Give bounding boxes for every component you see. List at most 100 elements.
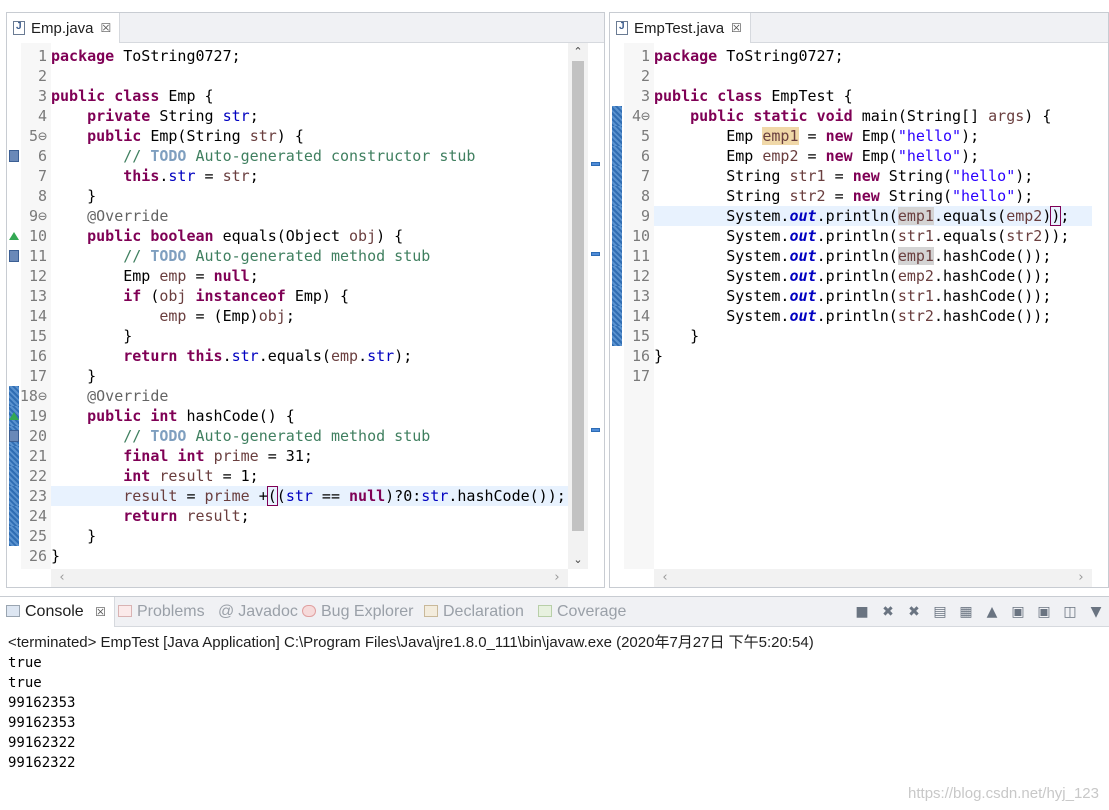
- code-line-21[interactable]: final int prime = 31;: [51, 446, 568, 466]
- code-line-6[interactable]: Emp emp2 = new Emp("hello");: [654, 146, 1092, 166]
- right-overview-ruler[interactable]: [1092, 43, 1108, 569]
- terminate-icon[interactable]: ■: [853, 603, 871, 621]
- code-line-11[interactable]: System.out.println(emp1.hashCode());: [654, 246, 1092, 266]
- code-line-23[interactable]: result = prime +((str == null)?0:str.has…: [51, 486, 568, 506]
- emp-code-text[interactable]: package ToString0727; public class Emp { …: [51, 43, 568, 569]
- code-line-7[interactable]: this.str = str;: [51, 166, 568, 186]
- code-line-9[interactable]: System.out.println(emp1.equals(emp2));: [654, 206, 1092, 226]
- emptest-code-text[interactable]: package ToString0727; public class EmpTes…: [654, 43, 1092, 569]
- code-line-5[interactable]: Emp emp1 = new Emp("hello");: [654, 126, 1092, 146]
- show-on-out-icon[interactable]: ▣: [1009, 603, 1027, 621]
- code-line-2[interactable]: [654, 66, 1092, 86]
- code-line-15[interactable]: }: [51, 326, 568, 346]
- line-number: 5⊖: [28, 127, 47, 145]
- code-line-9[interactable]: @Override: [51, 206, 568, 226]
- scroll-lock-icon[interactable]: ▤: [931, 603, 949, 621]
- code-line-25[interactable]: }: [51, 526, 568, 546]
- code-line-4[interactable]: public static void main(String[] args) {: [654, 106, 1092, 126]
- code-line-22[interactable]: int result = 1;: [51, 466, 568, 486]
- code-line-17[interactable]: }: [51, 366, 568, 386]
- code-line-18[interactable]: @Override: [51, 386, 568, 406]
- open-console-icon[interactable]: ▼: [1087, 603, 1105, 621]
- code-line-3[interactable]: public class Emp {: [51, 86, 568, 106]
- code-line-5[interactable]: public Emp(String str) {: [51, 126, 568, 146]
- code-line-10[interactable]: public boolean equals(Object obj) {: [51, 226, 568, 246]
- line-number: 8: [37, 187, 47, 205]
- task-marker-icon[interactable]: [9, 430, 19, 442]
- tab-close-icon[interactable]: ☒: [95, 605, 106, 619]
- code-line-16[interactable]: return this.str.equals(emp.str);: [51, 346, 568, 366]
- right-horizontal-scrollbar[interactable]: ‹ ›: [654, 569, 1092, 587]
- scroll-up-icon[interactable]: ⌃: [572, 45, 584, 59]
- tab-javadoc-label: Javadoc: [238, 603, 298, 620]
- line-number: 10: [631, 227, 650, 245]
- word-wrap-icon[interactable]: ▦: [957, 603, 975, 621]
- line-number: 5: [640, 127, 650, 145]
- left-scroll-thumb[interactable]: [572, 61, 584, 531]
- code-line-8[interactable]: }: [51, 186, 568, 206]
- display-console-icon[interactable]: ◫: [1061, 603, 1079, 621]
- remove-launch-icon[interactable]: ✖: [879, 603, 897, 621]
- code-line-11[interactable]: // TODO Auto-generated method stub: [51, 246, 568, 266]
- task-marker-icon[interactable]: [9, 150, 19, 162]
- tab-emp-java[interactable]: Emp.java ☒: [7, 13, 121, 43]
- pin-icon[interactable]: ▲: [983, 603, 1001, 621]
- code-line-24[interactable]: return result;: [51, 506, 568, 526]
- tab-close-icon[interactable]: ☒: [101, 21, 112, 35]
- scroll-right-icon[interactable]: ›: [1074, 570, 1088, 586]
- console-output[interactable]: true true 99162353 99162353 99162322 991…: [8, 653, 75, 773]
- scroll-left-icon[interactable]: ‹: [658, 570, 672, 586]
- overview-todo-marker[interactable]: [591, 252, 600, 256]
- code-line-10[interactable]: System.out.println(str1.equals(str2));: [654, 226, 1092, 246]
- code-line-13[interactable]: if (obj instanceof Emp) {: [51, 286, 568, 306]
- code-line-6[interactable]: // TODO Auto-generated constructor stub: [51, 146, 568, 166]
- show-on-err-icon[interactable]: ▣: [1035, 603, 1053, 621]
- code-line-16[interactable]: }: [654, 346, 1092, 366]
- code-line-4[interactable]: private String str;: [51, 106, 568, 126]
- javadoc-icon: @: [218, 603, 235, 620]
- overview-todo-marker[interactable]: [591, 162, 600, 166]
- left-horizontal-scrollbar[interactable]: ‹ ›: [51, 569, 568, 587]
- code-line-26[interactable]: }: [51, 546, 568, 566]
- change-marker: [612, 326, 622, 346]
- code-line-3[interactable]: public class EmpTest {: [654, 86, 1092, 106]
- code-line-2[interactable]: [51, 66, 568, 86]
- code-line-13[interactable]: System.out.println(str1.hashCode());: [654, 286, 1092, 306]
- tab-close-icon[interactable]: ☒: [731, 21, 742, 35]
- code-line-14[interactable]: emp = (Emp)obj;: [51, 306, 568, 326]
- line-number: 17: [631, 367, 650, 385]
- code-line-12[interactable]: Emp emp = null;: [51, 266, 568, 286]
- scroll-right-icon[interactable]: ›: [550, 570, 564, 586]
- change-marker: [9, 466, 19, 486]
- override-marker-icon[interactable]: [9, 232, 19, 240]
- code-line-17[interactable]: [654, 366, 1092, 386]
- code-line-1[interactable]: package ToString0727;: [51, 46, 568, 66]
- code-line-15[interactable]: }: [654, 326, 1092, 346]
- tab-javadoc[interactable]: @ Javadoc: [218, 597, 298, 627]
- tab-problems[interactable]: Problems: [118, 597, 205, 627]
- emp-code-editor[interactable]: 1 2 3 4 5⊖ 6 7 8 9⊖ 10 11 12 13 14 15 16 17 18⊖ 19 20 21 22 23…: [7, 43, 604, 587]
- code-line-1[interactable]: package ToString0727;: [654, 46, 1092, 66]
- overview-todo-marker[interactable]: [591, 428, 600, 432]
- code-line-19[interactable]: public int hashCode() {: [51, 406, 568, 426]
- scroll-left-icon[interactable]: ‹: [55, 570, 69, 586]
- line-number: 2: [37, 67, 47, 85]
- override-marker-icon[interactable]: [9, 412, 19, 420]
- code-line-8[interactable]: String str2 = new String("hello");: [654, 186, 1092, 206]
- emptest-code-editor[interactable]: 1 2 3 4⊖ 5 6 7 8 9 10 11 12 13 14 15 16 17 package ToStr…: [610, 43, 1108, 587]
- remove-all-icon[interactable]: ✖: [905, 603, 923, 621]
- console-toolbar: ■ ✖ ✖ ▤ ▦ ▲ ▣ ▣ ◫ ▼: [853, 603, 1105, 621]
- task-marker-icon[interactable]: [9, 250, 19, 262]
- left-vertical-scrollbar[interactable]: ⌃ ⌄: [568, 43, 588, 569]
- scroll-down-icon[interactable]: ⌄: [572, 553, 584, 567]
- code-line-20[interactable]: // TODO Auto-generated method stub: [51, 426, 568, 446]
- tab-coverage[interactable]: Coverage: [538, 597, 626, 627]
- tab-bug-explorer[interactable]: Bug Explorer: [302, 597, 414, 627]
- tab-declaration[interactable]: Declaration: [424, 597, 524, 627]
- tab-console[interactable]: Console ☒: [0, 597, 115, 627]
- tab-emptest-java[interactable]: EmpTest.java ☒: [610, 13, 751, 43]
- left-overview-ruler[interactable]: [588, 43, 604, 569]
- code-line-14[interactable]: System.out.println(str2.hashCode());: [654, 306, 1092, 326]
- code-line-12[interactable]: System.out.println(emp2.hashCode());: [654, 266, 1092, 286]
- code-line-7[interactable]: String str1 = new String("hello");: [654, 166, 1092, 186]
